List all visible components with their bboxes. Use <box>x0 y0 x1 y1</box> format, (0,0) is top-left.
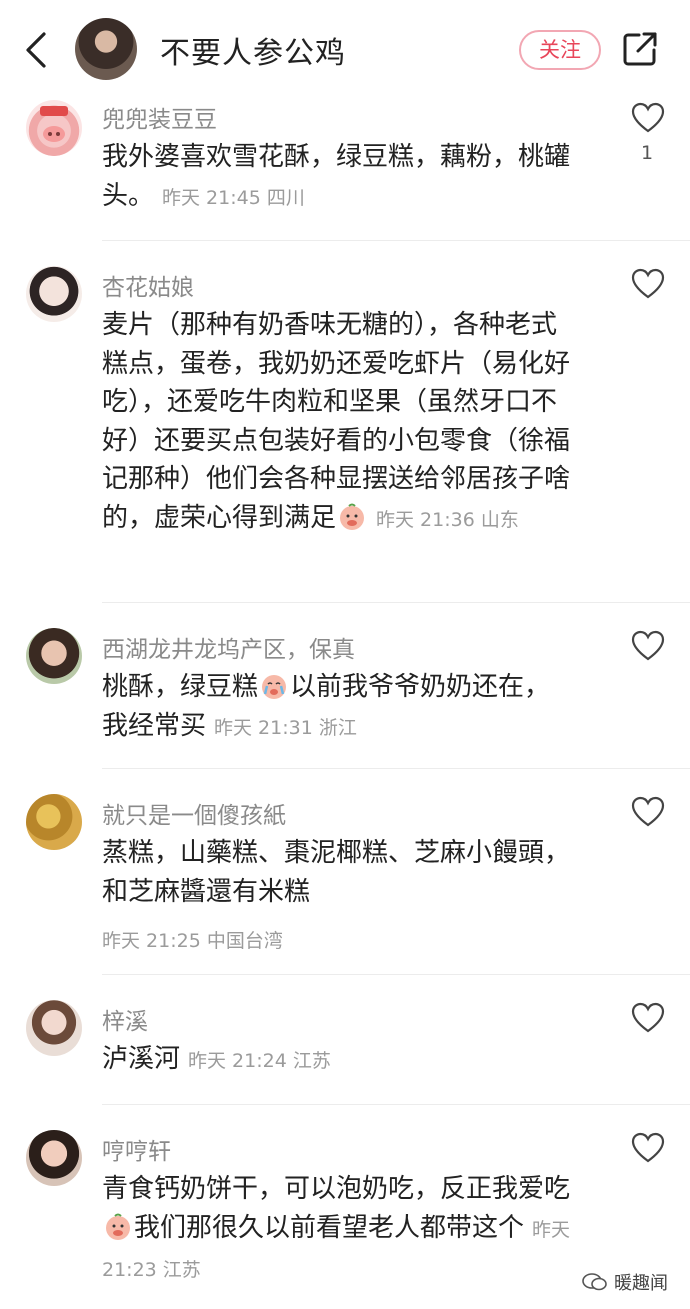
user-avatar[interactable] <box>26 1000 82 1056</box>
comment-text: 蒸糕，山藥糕、棗泥椰糕、芝麻小饅頭，和芝麻醬還有米糕 <box>102 834 582 911</box>
comment-body: 蒸糕，山藥糕、棗泥椰糕、芝麻小饅頭，和芝麻醬還有米糕 <box>102 838 571 907</box>
like-heart-icon[interactable] <box>631 268 665 300</box>
comment-meta: 昨天 21:25 中国台湾 <box>102 930 283 952</box>
follow-button[interactable]: 关注 <box>519 30 601 70</box>
like-heart-icon[interactable] <box>631 1132 665 1164</box>
comment-text: 我外婆喜欢雪花酥，绿豆糕，藕粉，桃罐头。 昨天 21:45 四川 <box>102 138 582 217</box>
comment-body-cont: 我们那很久以前看望老人都带这个 <box>134 1212 525 1243</box>
back-chevron-icon[interactable] <box>22 30 52 70</box>
comment-username[interactable]: 西湖龙井龙坞产区，保真 <box>102 630 355 664</box>
comment-body: 青食钙奶饼干，可以泡奶吃，反正我爱吃 <box>102 1174 571 1204</box>
share-icon[interactable] <box>622 31 658 67</box>
divider <box>102 768 690 769</box>
user-avatar[interactable] <box>26 1130 82 1186</box>
divider <box>102 974 690 975</box>
user-avatar[interactable] <box>26 266 82 322</box>
top-bar: 不要人参公鸡 关注 <box>0 0 690 100</box>
user-avatar[interactable] <box>26 794 82 850</box>
comment-text: 桃酥，绿豆糕 以前我爷爷奶奶还在，我经常买 昨天 21:31 浙江 <box>102 668 562 747</box>
like-heart-icon[interactable] <box>631 796 665 828</box>
author-name[interactable]: 不要人参公鸡 <box>160 28 346 72</box>
comment-meta: 昨天 21:45 四川 <box>162 186 305 209</box>
emoji-icon <box>340 503 365 530</box>
crying-emoji-icon <box>262 675 287 699</box>
divider <box>102 240 690 241</box>
user-avatar[interactable] <box>26 628 82 684</box>
emoji-icon <box>106 1213 130 1240</box>
comment-meta: 昨天 21:31 浙江 <box>214 716 357 739</box>
comment-body: 桃酥，绿豆糕 <box>102 672 259 702</box>
watermark: 暖趣闻 <box>582 1269 668 1295</box>
comment-username[interactable]: 梓溪 <box>102 1002 148 1036</box>
comment-username[interactable]: 哼哼轩 <box>102 1132 171 1166</box>
comment-text: 麦片（那种有奶香味无糖的），各种老式糕点，蛋卷，我奶奶还爱吃虾片（易化好吃），还… <box>102 306 578 539</box>
user-avatar[interactable] <box>26 100 82 156</box>
like-heart-icon[interactable] <box>631 102 665 134</box>
like-count: 1 <box>641 142 654 164</box>
pig-icon <box>40 106 68 142</box>
divider <box>102 1104 690 1105</box>
comment-body: 麦片（那种有奶香味无糖的），各种老式糕点，蛋卷，我奶奶还爱吃虾片（易化好吃），还… <box>102 310 571 533</box>
comment-text: 泸溪河 昨天 21:24 江苏 <box>102 1040 582 1081</box>
comment-username[interactable]: 兜兜装豆豆 <box>102 100 217 134</box>
like-heart-icon[interactable] <box>631 630 665 662</box>
wechat-icon <box>582 1273 607 1291</box>
comment-text: 青食钙奶饼干，可以泡奶吃，反正我爱吃我们那很久以前看望老人都带这个 昨天 21:2… <box>102 1170 582 1290</box>
comment-body: 泸溪河 <box>102 1044 181 1074</box>
comment-username[interactable]: 杏花姑娘 <box>102 268 194 302</box>
author-avatar[interactable] <box>75 18 137 80</box>
watermark-text: 暖趣闻 <box>614 1273 668 1294</box>
comment-meta: 昨天 21:24 江苏 <box>188 1050 331 1072</box>
comment-username[interactable]: 就只是一個傻孩紙 <box>102 796 286 830</box>
like-heart-icon[interactable] <box>631 1002 665 1034</box>
comment-meta: 昨天 21:36 山东 <box>376 508 519 531</box>
divider <box>102 602 690 603</box>
